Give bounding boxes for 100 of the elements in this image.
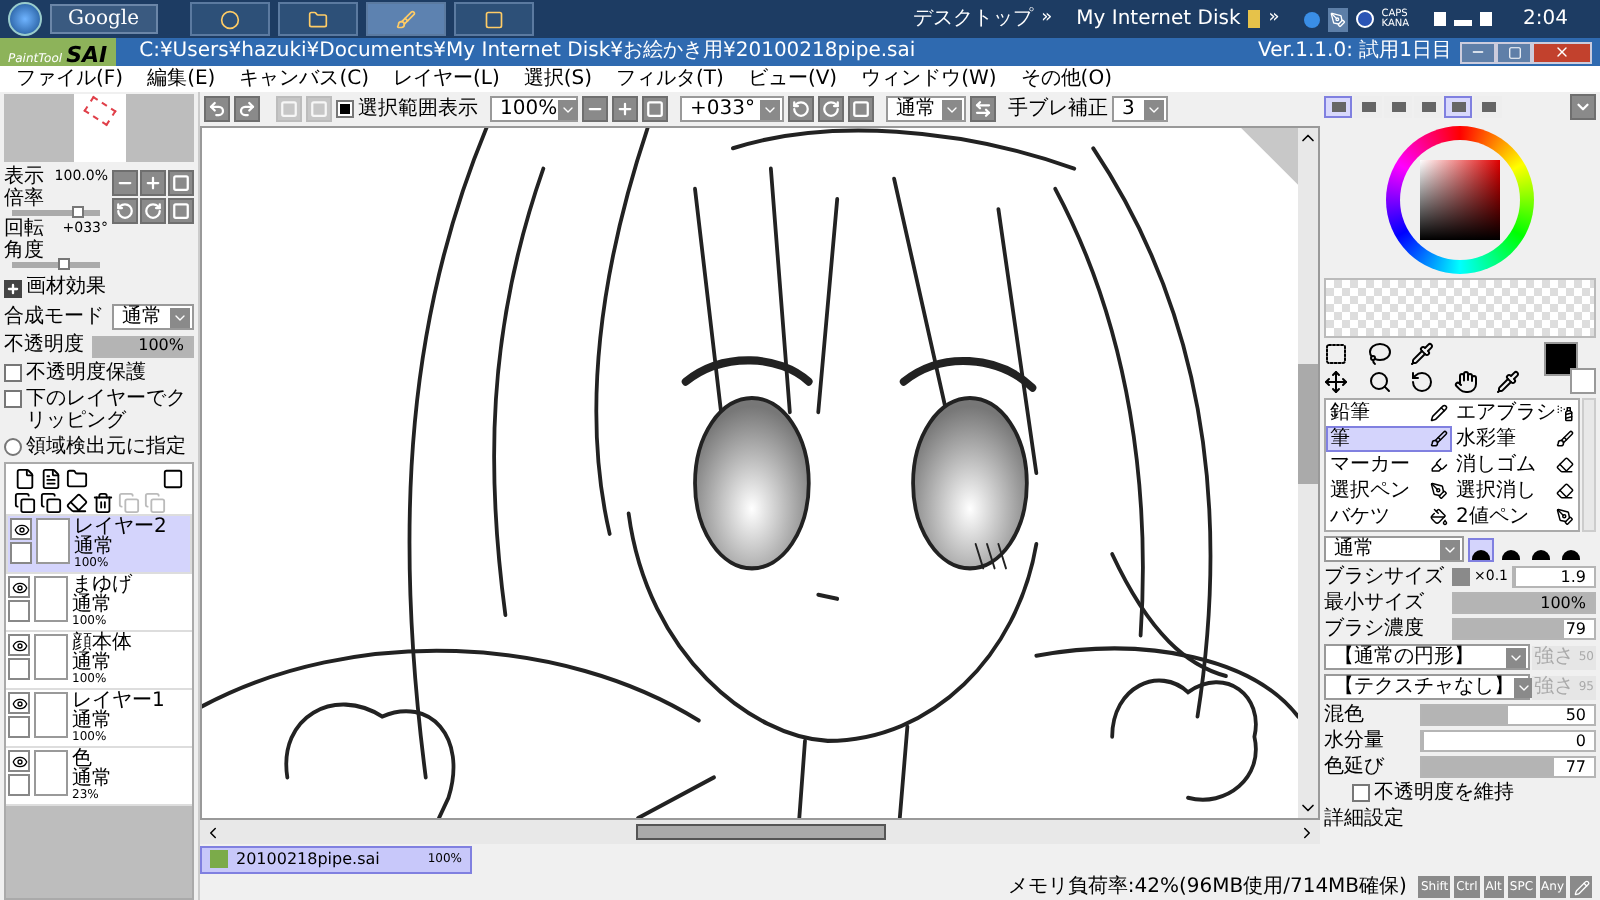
menu-item[interactable]: レイヤー(L) [392, 69, 500, 89]
color-mode-button[interactable] [1444, 96, 1472, 118]
zoom-out-button[interactable] [112, 170, 138, 196]
zoom-in-button[interactable] [140, 170, 166, 196]
color-swatches[interactable] [1544, 342, 1596, 394]
zoom-reset-button[interactable] [642, 96, 668, 122]
zoom-reset-button[interactable] [168, 170, 194, 196]
brush-slot[interactable]: 選択消し [1452, 478, 1578, 504]
taskbar-app-button[interactable] [365, 2, 446, 36]
brush-slider[interactable]: 100% [1452, 592, 1596, 614]
mix-slider[interactable]: 77 [1420, 756, 1596, 778]
color-square[interactable] [1420, 160, 1500, 240]
expand-icon[interactable] [4, 279, 22, 297]
brush-slot[interactable]: 水彩筆 [1452, 426, 1578, 452]
zoom-out-button[interactable] [582, 96, 608, 122]
clear-icon[interactable] [66, 492, 88, 514]
minimize-button[interactable] [1460, 41, 1496, 63]
close-button[interactable] [1532, 41, 1592, 63]
slider-thumb[interactable] [58, 258, 71, 270]
menu-item[interactable]: 選択(S) [523, 69, 593, 89]
brush-slot[interactable]: 2値ペン [1452, 504, 1578, 530]
checkbox[interactable] [1352, 784, 1370, 802]
rotate-reset-button[interactable] [168, 198, 194, 224]
taskbar-app-button[interactable] [189, 2, 270, 36]
search-toolbar[interactable]: Google [50, 4, 158, 34]
clock[interactable]: 2:04 [1523, 4, 1568, 34]
menu-item[interactable]: ビュー(V) [747, 69, 838, 89]
mix-slider[interactable]: 0 [1420, 730, 1596, 752]
start-orb-icon[interactable] [8, 2, 42, 36]
trash-icon[interactable] [92, 492, 114, 514]
rotate-right-button[interactable] [818, 96, 844, 122]
brush-slot[interactable]: 鉛筆 [1326, 400, 1452, 426]
blend-dropdown[interactable]: 通常 [886, 96, 966, 122]
color-mode-button[interactable] [1324, 96, 1352, 118]
slider-thumb[interactable] [72, 206, 84, 218]
taskbar-app-button[interactable] [453, 2, 534, 36]
checkbox[interactable] [4, 364, 22, 382]
undo-button[interactable] [204, 96, 230, 122]
flag-icon[interactable] [1433, 12, 1446, 26]
move-icon[interactable] [1324, 370, 1348, 394]
opacity-slider[interactable]: 100% [92, 335, 194, 357]
new-layer-icon[interactable] [14, 468, 36, 490]
brush-slider[interactable]: 79 [1452, 618, 1596, 640]
maximize-button[interactable] [1496, 41, 1532, 63]
slider-track[interactable] [12, 262, 100, 268]
mask-icon[interactable] [162, 468, 184, 490]
lock-toggle[interactable] [8, 600, 30, 622]
brush-slot[interactable]: エアブラシ [1452, 400, 1578, 426]
more-chevron[interactable]: » [1268, 5, 1280, 33]
eye-toggle[interactable] [10, 518, 32, 540]
blend-mode-dropdown[interactable]: 通常 [112, 304, 194, 330]
lock-toggle[interactable] [8, 658, 30, 680]
pen-indicator-icon[interactable] [1570, 876, 1592, 898]
taskbar-app-button[interactable] [277, 2, 358, 36]
new-layer-set-icon[interactable] [40, 468, 62, 490]
toolbar-label[interactable]: デスクトップ [913, 4, 1034, 34]
checkbox[interactable] [336, 100, 354, 118]
redo-button[interactable] [234, 96, 260, 122]
scrollbar-thumb[interactable] [635, 824, 885, 840]
brush-slot[interactable]: 筆 [1326, 426, 1452, 452]
scrollbar-thumb[interactable] [1298, 363, 1318, 483]
folder-icon[interactable] [66, 468, 88, 490]
rotate-right-button[interactable] [140, 198, 166, 224]
merge-icon[interactable] [40, 492, 62, 514]
brush-blend-dropdown[interactable]: 通常 [1324, 536, 1464, 562]
menu-item[interactable]: ファイル(F) [16, 69, 124, 89]
eye-toggle[interactable] [8, 750, 30, 772]
horizontal-scrollbar[interactable] [200, 820, 1320, 844]
scroll-left-icon[interactable] [204, 823, 222, 841]
copy-icon[interactable] [14, 492, 36, 514]
rotate-reset-button[interactable] [848, 96, 874, 122]
flip-button[interactable] [970, 96, 996, 122]
toolbar-label[interactable]: My Internet Disk [1076, 4, 1241, 34]
slider-track[interactable] [12, 210, 100, 216]
panel-menu-button[interactable] [1570, 94, 1596, 120]
lock-toggle[interactable] [8, 774, 30, 796]
rotate-icon[interactable] [1410, 370, 1435, 394]
tray-help-icon[interactable] [1355, 10, 1374, 28]
brush-slot[interactable]: 消しゴム [1452, 452, 1578, 478]
lock-toggle[interactable] [10, 542, 32, 564]
tray-pen-icon[interactable] [1327, 7, 1348, 31]
brush-slot[interactable]: 選択ペン [1326, 478, 1452, 504]
vertical-scrollbar[interactable] [1582, 398, 1596, 532]
folder-icon[interactable] [1248, 10, 1261, 28]
more-chevron[interactable]: » [1041, 5, 1053, 33]
search-icon[interactable] [1367, 370, 1392, 394]
stabilizer-dropdown[interactable]: 3 [1112, 96, 1168, 122]
eye-toggle[interactable] [8, 634, 30, 656]
tray-app-icon[interactable] [1303, 11, 1320, 27]
brush-slot[interactable]: バケツ [1326, 504, 1452, 530]
zoom-dropdown[interactable]: 100% [490, 96, 578, 122]
checkbox[interactable] [4, 390, 22, 408]
menu-item[interactable]: キャンバス(C) [239, 69, 369, 89]
rectangle-select-icon[interactable] [1324, 342, 1348, 366]
hand-icon[interactable] [1453, 370, 1478, 394]
mix-slider[interactable]: 50 [1420, 704, 1596, 726]
eye-toggle[interactable] [8, 576, 30, 598]
lasso-icon[interactable] [1367, 342, 1392, 366]
menu-item[interactable]: ウィンドウ(W) [861, 69, 997, 89]
brush-slot[interactable]: マーカー [1326, 452, 1452, 478]
